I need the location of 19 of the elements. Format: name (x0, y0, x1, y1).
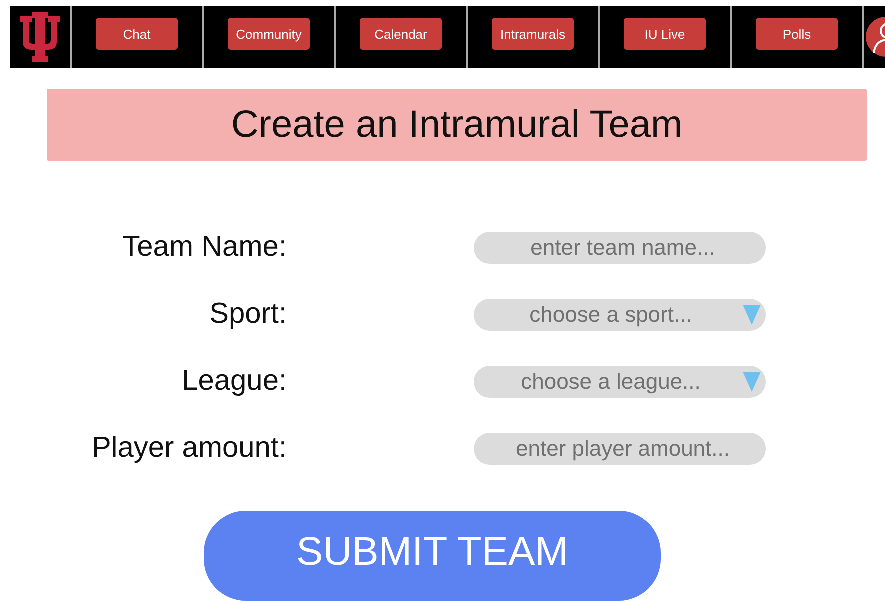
dropdown-field[interactable]: choose a sport... (474, 298, 766, 330)
dropdown-arrow-icon (742, 370, 762, 392)
page-title: Create an Intramural Team (231, 104, 683, 146)
submit-button[interactable]: SUBMIT TEAM (204, 511, 661, 601)
nav-button[interactable]: Intramurals (492, 18, 574, 50)
field-label: League: (181, 365, 287, 398)
trident-logo-icon (20, 12, 60, 62)
nav-button[interactable]: IU Live (624, 18, 706, 50)
field-label: Player amount: (90, 432, 287, 465)
nav-button[interactable]: Chat (96, 18, 178, 50)
nav-button[interactable]: Community (228, 18, 310, 50)
dropdown-arrow-icon (742, 304, 762, 326)
field-label: Sport: (208, 298, 287, 331)
nav-button[interactable]: Polls (756, 18, 838, 50)
input-field[interactable]: enter team name... (474, 232, 766, 264)
nav-button[interactable]: Calendar (360, 18, 442, 50)
dropdown-field[interactable]: choose a league... (474, 366, 766, 398)
field-label: Team Name: (122, 231, 287, 264)
input-field[interactable]: enter player amount... (474, 432, 766, 464)
